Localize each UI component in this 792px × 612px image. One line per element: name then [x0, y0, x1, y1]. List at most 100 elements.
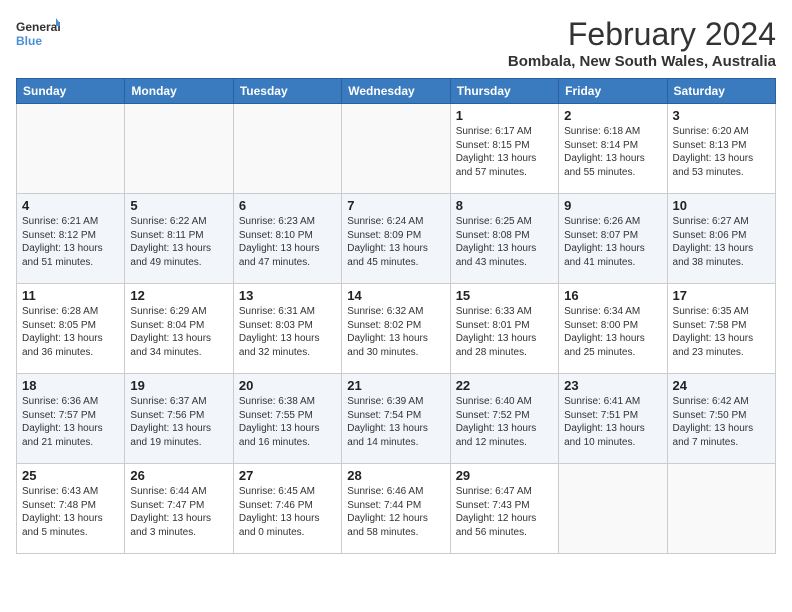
day-info: Sunrise: 6:22 AM Sunset: 8:11 PM Dayligh…: [130, 215, 227, 269]
day-info: Sunrise: 6:38 AM Sunset: 7:55 PM Dayligh…: [239, 395, 336, 449]
calendar-cell: 9Sunrise: 6:26 AM Sunset: 8:07 PM Daylig…: [559, 194, 667, 284]
day-number: 6: [239, 198, 336, 213]
calendar-cell: 6 Sunrise: 6:23 AM Sunset: 8:10 PM Daylig…: [233, 194, 341, 284]
calendar-cell: 27 Sunrise: 6:45 AM Sunset: 7:46 PM Dayli…: [233, 464, 341, 554]
day-info: Sunrise: 6:37 AM Sunset: 7:56 PM Dayligh…: [130, 395, 227, 449]
calendar-cell: 24 Sunrise: 6:42 AM Sunset: 7:50 PM Dayli…: [667, 374, 775, 464]
col-header-saturday: Saturday: [667, 79, 775, 104]
logo: General Blue: [16, 16, 60, 52]
calendar-cell: 12Sunrise: 6:29 AM Sunset: 8:04 PM Dayli…: [125, 284, 233, 374]
calendar-cell: 19 Sunrise: 6:37 AM Sunset: 7:56 PM Dayli…: [125, 374, 233, 464]
day-info: Sunrise: 6:44 AM Sunset: 7:47 PM Dayligh…: [130, 485, 227, 539]
calendar-cell: 11 Sunrise: 6:28 AM Sunset: 8:05 PM Dayli…: [17, 284, 125, 374]
day-number: 14: [347, 288, 444, 303]
day-number: 29: [456, 468, 553, 483]
month-year-title: February 2024: [508, 16, 776, 53]
calendar-cell: 26 Sunrise: 6:44 AM Sunset: 7:47 PM Dayli…: [125, 464, 233, 554]
calendar-cell: 3 Sunrise: 6:20 AM Sunset: 8:13 PM Daylig…: [667, 104, 775, 194]
day-info: Sunrise: 6:20 AM Sunset: 8:13 PM Dayligh…: [673, 125, 770, 179]
logo-svg: General Blue: [16, 16, 60, 52]
day-number: 22: [456, 378, 553, 393]
day-info: Sunrise: 6:24 AM Sunset: 8:09 PM Dayligh…: [347, 215, 444, 269]
calendar-cell: 16 Sunrise: 6:34 AM Sunset: 8:00 PM Dayli…: [559, 284, 667, 374]
page-header: General Blue February 2024 Bombala, New …: [16, 16, 776, 70]
day-info: Sunrise: 6:36 AM Sunset: 7:57 PM Dayligh…: [22, 395, 119, 449]
day-number: 13: [239, 288, 336, 303]
calendar-cell: 8Sunrise: 6:25 AM Sunset: 8:08 PM Daylig…: [450, 194, 558, 284]
calendar-cell: 23Sunrise: 6:41 AM Sunset: 7:51 PM Dayli…: [559, 374, 667, 464]
day-number: 18: [22, 378, 119, 393]
calendar-cell: [667, 464, 775, 554]
calendar-cell: [559, 464, 667, 554]
calendar-cell: 5 Sunrise: 6:22 AM Sunset: 8:11 PM Daylig…: [125, 194, 233, 284]
day-number: 16: [564, 288, 661, 303]
day-info: Sunrise: 6:28 AM Sunset: 8:05 PM Dayligh…: [22, 305, 119, 359]
day-info: Sunrise: 6:29 AM Sunset: 8:04 PM Dayligh…: [130, 305, 227, 359]
day-info: Sunrise: 6:17 AM Sunset: 8:15 PM Dayligh…: [456, 125, 553, 179]
day-info: Sunrise: 6:23 AM Sunset: 8:10 PM Dayligh…: [239, 215, 336, 269]
day-info: Sunrise: 6:26 AM Sunset: 8:07 PM Dayligh…: [564, 215, 661, 269]
day-number: 5: [130, 198, 227, 213]
day-number: 24: [673, 378, 770, 393]
day-info: Sunrise: 6:45 AM Sunset: 7:46 PM Dayligh…: [239, 485, 336, 539]
col-header-thursday: Thursday: [450, 79, 558, 104]
location-title: Bombala, New South Wales, Australia: [508, 53, 776, 70]
day-info: Sunrise: 6:39 AM Sunset: 7:54 PM Dayligh…: [347, 395, 444, 449]
day-info: Sunrise: 6:34 AM Sunset: 8:00 PM Dayligh…: [564, 305, 661, 359]
day-number: 28: [347, 468, 444, 483]
calendar-cell: 14 Sunrise: 6:32 AM Sunset: 8:02 PM Dayli…: [342, 284, 450, 374]
day-number: 27: [239, 468, 336, 483]
calendar-header: SundayMondayTuesdayWednesdayThursdayFrid…: [17, 79, 776, 104]
day-info: Sunrise: 6:18 AM Sunset: 8:14 PM Dayligh…: [564, 125, 661, 179]
day-number: 4: [22, 198, 119, 213]
day-info: Sunrise: 6:46 AM Sunset: 7:44 PM Dayligh…: [347, 485, 444, 539]
title-block: February 2024 Bombala, New South Wales, …: [508, 16, 776, 70]
day-info: Sunrise: 6:25 AM Sunset: 8:08 PM Dayligh…: [456, 215, 553, 269]
calendar-cell: 21 Sunrise: 6:39 AM Sunset: 7:54 PM Dayli…: [342, 374, 450, 464]
calendar-cell: 25Sunrise: 6:43 AM Sunset: 7:48 PM Dayli…: [17, 464, 125, 554]
day-number: 20: [239, 378, 336, 393]
day-number: 10: [673, 198, 770, 213]
calendar-cell: 2 Sunrise: 6:18 AM Sunset: 8:14 PM Daylig…: [559, 104, 667, 194]
col-header-tuesday: Tuesday: [233, 79, 341, 104]
day-info: Sunrise: 6:32 AM Sunset: 8:02 PM Dayligh…: [347, 305, 444, 359]
calendar-cell: 4 Sunrise: 6:21 AM Sunset: 8:12 PM Daylig…: [17, 194, 125, 284]
svg-text:Blue: Blue: [16, 34, 42, 48]
day-number: 26: [130, 468, 227, 483]
day-info: Sunrise: 6:21 AM Sunset: 8:12 PM Dayligh…: [22, 215, 119, 269]
day-info: Sunrise: 6:42 AM Sunset: 7:50 PM Dayligh…: [673, 395, 770, 449]
calendar-cell: 29 Sunrise: 6:47 AM Sunset: 7:43 PM Dayli…: [450, 464, 558, 554]
calendar-cell: 15Sunrise: 6:33 AM Sunset: 8:01 PM Dayli…: [450, 284, 558, 374]
col-header-friday: Friday: [559, 79, 667, 104]
calendar-cell: [342, 104, 450, 194]
calendar-cell: [125, 104, 233, 194]
calendar-cell: 28 Sunrise: 6:46 AM Sunset: 7:44 PM Dayli…: [342, 464, 450, 554]
day-number: 7: [347, 198, 444, 213]
calendar-cell: 13 Sunrise: 6:31 AM Sunset: 8:03 PM Dayli…: [233, 284, 341, 374]
day-info: Sunrise: 6:27 AM Sunset: 8:06 PM Dayligh…: [673, 215, 770, 269]
day-number: 3: [673, 108, 770, 123]
calendar-cell: 18 Sunrise: 6:36 AM Sunset: 7:57 PM Dayli…: [17, 374, 125, 464]
day-number: 23: [564, 378, 661, 393]
calendar-cell: [233, 104, 341, 194]
day-number: 2: [564, 108, 661, 123]
col-header-monday: Monday: [125, 79, 233, 104]
calendar-cell: 17 Sunrise: 6:35 AM Sunset: 7:58 PM Dayli…: [667, 284, 775, 374]
col-header-sunday: Sunday: [17, 79, 125, 104]
calendar-cell: 20 Sunrise: 6:38 AM Sunset: 7:55 PM Dayli…: [233, 374, 341, 464]
day-number: 11: [22, 288, 119, 303]
day-info: Sunrise: 6:35 AM Sunset: 7:58 PM Dayligh…: [673, 305, 770, 359]
svg-text:General: General: [16, 20, 60, 34]
day-info: Sunrise: 6:43 AM Sunset: 7:48 PM Dayligh…: [22, 485, 119, 539]
day-number: 15: [456, 288, 553, 303]
day-info: Sunrise: 6:31 AM Sunset: 8:03 PM Dayligh…: [239, 305, 336, 359]
day-info: Sunrise: 6:47 AM Sunset: 7:43 PM Dayligh…: [456, 485, 553, 539]
day-number: 21: [347, 378, 444, 393]
day-info: Sunrise: 6:40 AM Sunset: 7:52 PM Dayligh…: [456, 395, 553, 449]
calendar-cell: [17, 104, 125, 194]
calendar-cell: 10 Sunrise: 6:27 AM Sunset: 8:06 PM Dayli…: [667, 194, 775, 284]
day-number: 17: [673, 288, 770, 303]
day-number: 19: [130, 378, 227, 393]
calendar-cell: 1Sunrise: 6:17 AM Sunset: 8:15 PM Daylig…: [450, 104, 558, 194]
calendar-table: SundayMondayTuesdayWednesdayThursdayFrid…: [16, 78, 776, 554]
